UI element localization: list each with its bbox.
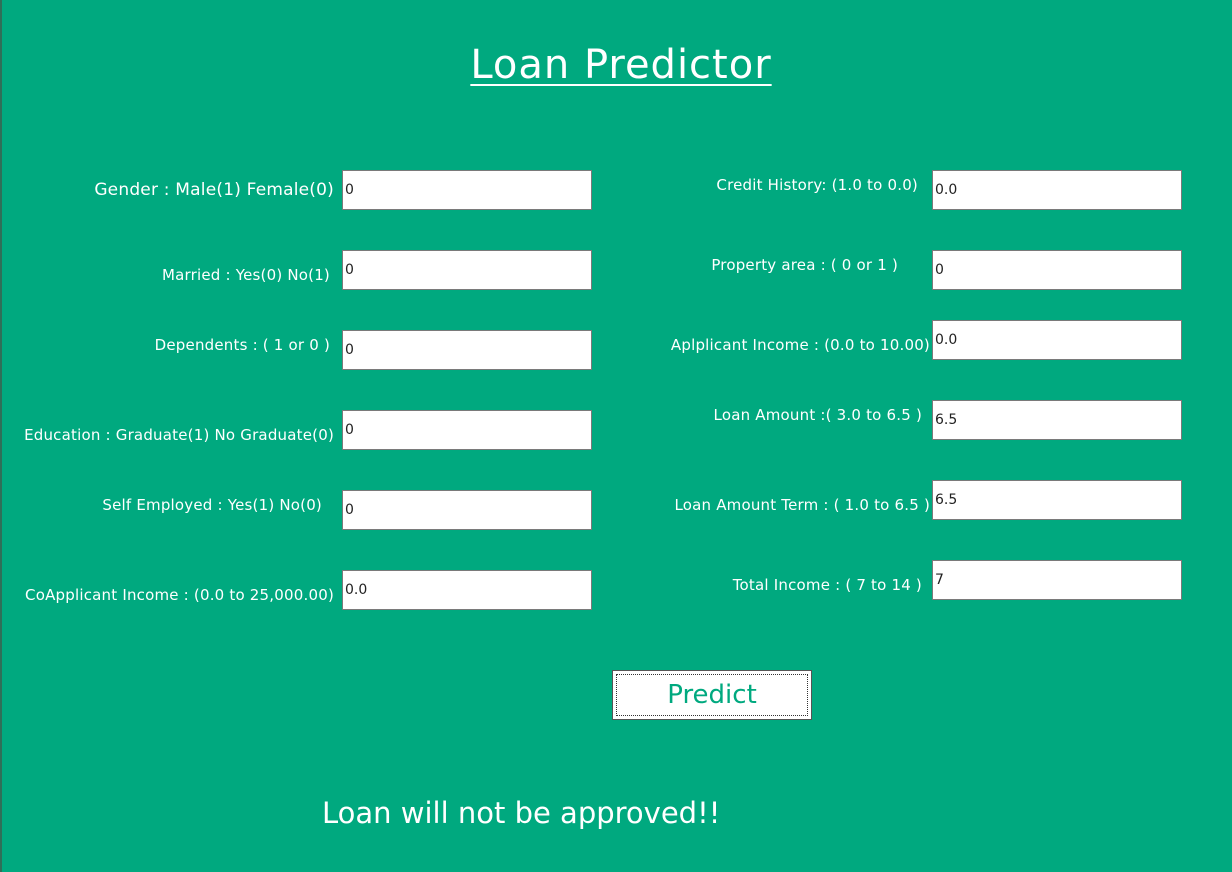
- education-input[interactable]: [342, 410, 592, 450]
- property-area-input[interactable]: [932, 250, 1182, 290]
- coapplicant-income-input[interactable]: [342, 570, 592, 610]
- education-label: Education : Graduate(1) No Graduate(0): [24, 426, 334, 444]
- applicant-income-label: Aplplicant Income : (0.0 to 10.00): [670, 336, 930, 354]
- coapplicant-income-label: CoApplicant Income : (0.0 to 25,000.00): [25, 586, 334, 604]
- married-label: Married : Yes(0) No(1): [162, 266, 330, 284]
- window-edge: [0, 0, 2, 872]
- dependents-input[interactable]: [342, 330, 592, 370]
- self-employed-input[interactable]: [342, 490, 592, 530]
- gender-label: Gender : Male(1) Female(0): [94, 180, 334, 200]
- total-income-input[interactable]: [932, 560, 1182, 600]
- loan-amount-term-label: Loan Amount Term : ( 1.0 to 6.5 ): [674, 496, 930, 514]
- loan-amount-input[interactable]: [932, 400, 1182, 440]
- applicant-income-input[interactable]: [932, 320, 1182, 360]
- credit-history-input[interactable]: [932, 170, 1182, 210]
- predict-button[interactable]: Predict: [612, 670, 812, 720]
- total-income-label: Total Income : ( 7 to 14 ): [732, 576, 922, 594]
- loan-amount-label: Loan Amount :( 3.0 to 6.5 ): [713, 406, 922, 424]
- self-employed-label: Self Employed : Yes(1) No(0): [102, 496, 322, 514]
- prediction-result: Loan will not be approved!!: [322, 796, 721, 830]
- credit-history-label: Credit History: (1.0 to 0.0): [716, 176, 918, 194]
- married-input[interactable]: [342, 250, 592, 290]
- property-area-label: Property area : ( 0 or 1 ): [711, 256, 898, 274]
- page-title: Loan Predictor: [470, 42, 772, 88]
- loan-amount-term-input[interactable]: [932, 480, 1182, 520]
- gender-input[interactable]: [342, 170, 592, 210]
- dependents-label: Dependents : ( 1 or 0 ): [154, 336, 330, 354]
